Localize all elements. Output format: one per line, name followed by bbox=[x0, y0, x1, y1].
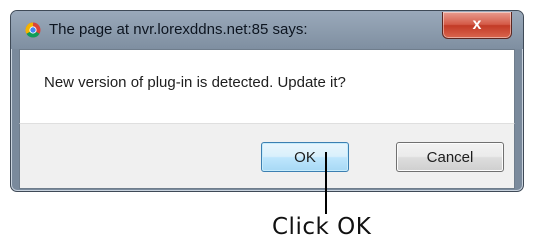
dialog-message: New version of plug-in is detected. Upda… bbox=[44, 74, 346, 91]
ok-button[interactable]: OK bbox=[261, 142, 349, 172]
cancel-button[interactable]: Cancel bbox=[396, 142, 504, 172]
dialog-title: The page at nvr.lorexddns.net:85 says: bbox=[49, 21, 308, 38]
close-button[interactable]: x bbox=[442, 12, 512, 39]
dialog-content: New version of plug-in is detected. Upda… bbox=[19, 49, 515, 124]
callout-line bbox=[325, 152, 327, 214]
callout-text: Click OK bbox=[272, 214, 372, 240]
chrome-icon bbox=[25, 22, 41, 38]
alert-dialog-window: The page at nvr.lorexddns.net:85 says: x… bbox=[10, 10, 524, 192]
close-icon: x bbox=[472, 16, 482, 33]
title-bar: The page at nvr.lorexddns.net:85 says: x bbox=[11, 11, 523, 49]
dialog-button-bar: OK Cancel bbox=[19, 123, 515, 189]
